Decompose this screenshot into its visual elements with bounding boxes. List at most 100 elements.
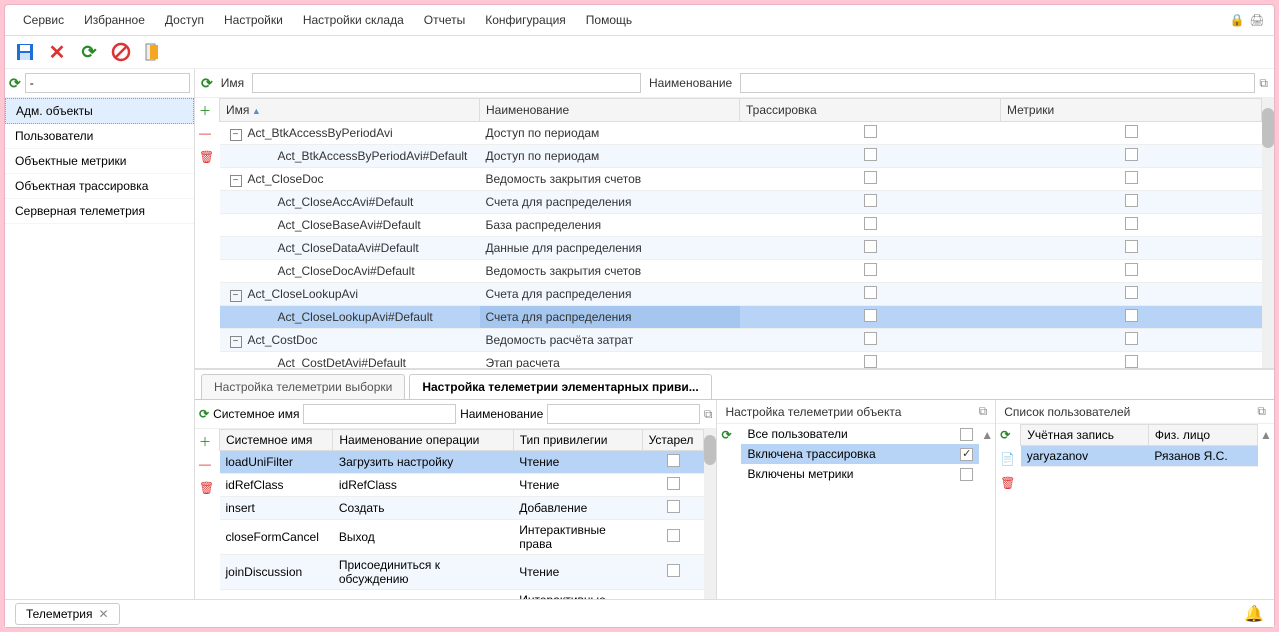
table-row[interactable]: Act_CloseDataAvi#DefaultДанные для распр…: [220, 237, 1262, 260]
telemetry-option-row[interactable]: Включена трассировка: [741, 444, 979, 464]
users-col-account[interactable]: Учётная запись: [1021, 425, 1149, 446]
main-grid-scrollbar[interactable]: [1262, 98, 1274, 368]
telemetry-option-row[interactable]: Включены метрики: [741, 464, 979, 484]
table-row[interactable]: Act_CloseDocAvi#DefaultВедомость закрыти…: [220, 260, 1262, 283]
option-checkbox[interactable]: [960, 448, 973, 461]
metrics-checkbox[interactable]: [1125, 171, 1138, 184]
menu-access[interactable]: Доступ: [155, 9, 214, 31]
priv-grid-scrollbar[interactable]: [704, 429, 716, 599]
tab-selection-telemetry[interactable]: Настройка телеметрии выборки: [201, 374, 405, 399]
menu-service[interactable]: Сервис: [13, 9, 74, 31]
table-row[interactable]: loadUniFilterЗагрузить настройкуЧтение: [220, 451, 704, 474]
obsolete-checkbox[interactable]: [667, 500, 680, 513]
tab-privilege-telemetry[interactable]: Настройка телеметрии элементарных приви.…: [409, 374, 711, 399]
refresh-icon[interactable]: ⟳: [9, 75, 21, 92]
popout-icon[interactable]: ⧉: [704, 407, 713, 422]
tree-toggle-icon[interactable]: −: [230, 290, 242, 302]
tree-toggle-icon[interactable]: −: [230, 175, 242, 187]
tree-toggle-icon[interactable]: −: [230, 336, 242, 348]
trace-checkbox[interactable]: [864, 332, 877, 345]
col-trace[interactable]: Трассировка: [740, 99, 1001, 122]
refresh-icon[interactable]: ⟳: [721, 428, 737, 444]
print-icon[interactable]: 🖨: [1248, 11, 1266, 29]
users-col-person[interactable]: Физ. лицо: [1148, 425, 1257, 446]
table-row[interactable]: Act_CostDetAvi#DefaultЭтап расчета: [220, 352, 1262, 369]
popout-icon[interactable]: ⧉: [979, 404, 988, 419]
menu-config[interactable]: Конфигурация: [475, 9, 576, 31]
delete-icon[interactable]: 🗑: [199, 481, 215, 497]
filter-title-input[interactable]: [740, 73, 1255, 93]
metrics-checkbox[interactable]: [1125, 125, 1138, 138]
refresh-icon[interactable]: ⟳: [201, 75, 213, 92]
main-grid[interactable]: Имя Наименование Трассировка Метрики −Ac…: [219, 98, 1262, 368]
scroll-up-icon[interactable]: ▲: [1260, 428, 1272, 442]
menu-help[interactable]: Помощь: [576, 9, 642, 31]
table-row[interactable]: Act_CloseLookupAvi#DefaultСчета для расп…: [220, 306, 1262, 329]
sidebar-item[interactable]: Объектные метрики: [5, 149, 194, 174]
close-button[interactable]: ✕: [47, 42, 67, 62]
trace-checkbox[interactable]: [864, 355, 877, 368]
obsolete-checkbox[interactable]: [667, 564, 680, 577]
table-row[interactable]: joinDiscussionПрисоединиться к обсуждени…: [220, 555, 704, 590]
table-row[interactable]: −Act_CloseDocВедомость закрытия счетов: [220, 168, 1262, 191]
option-checkbox[interactable]: [960, 468, 973, 481]
popout-icon[interactable]: ⧉: [1259, 76, 1268, 91]
col-metrics[interactable]: Метрики: [1001, 99, 1262, 122]
sidebar-item[interactable]: Пользователи: [5, 124, 194, 149]
add-icon[interactable]: ＋: [199, 102, 215, 118]
trace-checkbox[interactable]: [864, 171, 877, 184]
obsolete-checkbox[interactable]: [667, 477, 680, 490]
sidebar-item[interactable]: Адм. объекты: [5, 98, 194, 124]
refresh-icon[interactable]: ⟳: [1000, 428, 1016, 444]
priv-grid[interactable]: Системное имя Наименование операции Тип …: [219, 429, 704, 599]
telemetry-option-row[interactable]: Все пользователи: [741, 424, 979, 444]
delete-icon[interactable]: 🗑: [199, 150, 215, 166]
save-button[interactable]: [15, 42, 35, 62]
table-row[interactable]: idRefClassidRefClassЧтение: [220, 474, 704, 497]
trace-checkbox[interactable]: [864, 125, 877, 138]
menu-settings[interactable]: Настройки: [214, 9, 293, 31]
trace-checkbox[interactable]: [864, 194, 877, 207]
obsolete-checkbox[interactable]: [667, 529, 680, 542]
sidebar-item[interactable]: Серверная телеметрия: [5, 199, 194, 224]
table-row[interactable]: insertСоздатьДобавление: [220, 497, 704, 520]
delete-icon[interactable]: 🗑: [1000, 476, 1016, 492]
table-row[interactable]: Act_BtkAccessByPeriodAvi#DefaultДоступ п…: [220, 145, 1262, 168]
trace-checkbox[interactable]: [864, 263, 877, 276]
sidebar-item[interactable]: Объектная трассировка: [5, 174, 194, 199]
metrics-checkbox[interactable]: [1125, 309, 1138, 322]
metrics-checkbox[interactable]: [1125, 217, 1138, 230]
metrics-checkbox[interactable]: [1125, 263, 1138, 276]
users-grid[interactable]: Учётная запись Физ. лицо yaryazanovРязан…: [1020, 424, 1258, 599]
table-row[interactable]: −Act_BtkAccessByPeriodAviДоступ по перио…: [220, 122, 1262, 145]
priv-col-type[interactable]: Тип привилегии: [513, 430, 642, 451]
table-row[interactable]: eSignRevokeОтозвать подписиИнтерактивные…: [220, 590, 704, 600]
metrics-checkbox[interactable]: [1125, 194, 1138, 207]
table-row[interactable]: −Act_CloseLookupAviСчета для распределен…: [220, 283, 1262, 306]
metrics-checkbox[interactable]: [1125, 355, 1138, 368]
trace-checkbox[interactable]: [864, 286, 877, 299]
forbid-button[interactable]: [111, 42, 131, 62]
lock-icon[interactable]: 🔒: [1228, 11, 1246, 29]
col-title[interactable]: Наименование: [480, 99, 740, 122]
priv-opname-input[interactable]: [547, 404, 700, 424]
trace-checkbox[interactable]: [864, 309, 877, 322]
priv-col-obs[interactable]: Устарел: [642, 430, 704, 451]
filter-name-input[interactable]: [252, 73, 641, 93]
table-row[interactable]: −Act_CostDocВедомость расчёта затрат: [220, 329, 1262, 352]
table-row[interactable]: Act_CloseBaseAvi#DefaultБаза распределен…: [220, 214, 1262, 237]
scroll-up-icon[interactable]: ▲: [981, 428, 993, 442]
table-row[interactable]: Act_CloseAccAvi#DefaultСчета для распред…: [220, 191, 1262, 214]
trace-checkbox[interactable]: [864, 217, 877, 230]
metrics-checkbox[interactable]: [1125, 240, 1138, 253]
footer-tab-telemetry[interactable]: Телеметрия ✕: [15, 603, 120, 625]
refresh-button[interactable]: ⟳: [79, 42, 99, 62]
metrics-checkbox[interactable]: [1125, 286, 1138, 299]
trace-checkbox[interactable]: [864, 148, 877, 161]
metrics-checkbox[interactable]: [1125, 332, 1138, 345]
obsolete-checkbox[interactable]: [667, 454, 680, 467]
col-name[interactable]: Имя: [220, 99, 480, 122]
refresh-icon[interactable]: ⟳: [199, 407, 209, 421]
menu-warehouse-settings[interactable]: Настройки склада: [293, 9, 414, 31]
priv-col-op[interactable]: Наименование операции: [333, 430, 513, 451]
